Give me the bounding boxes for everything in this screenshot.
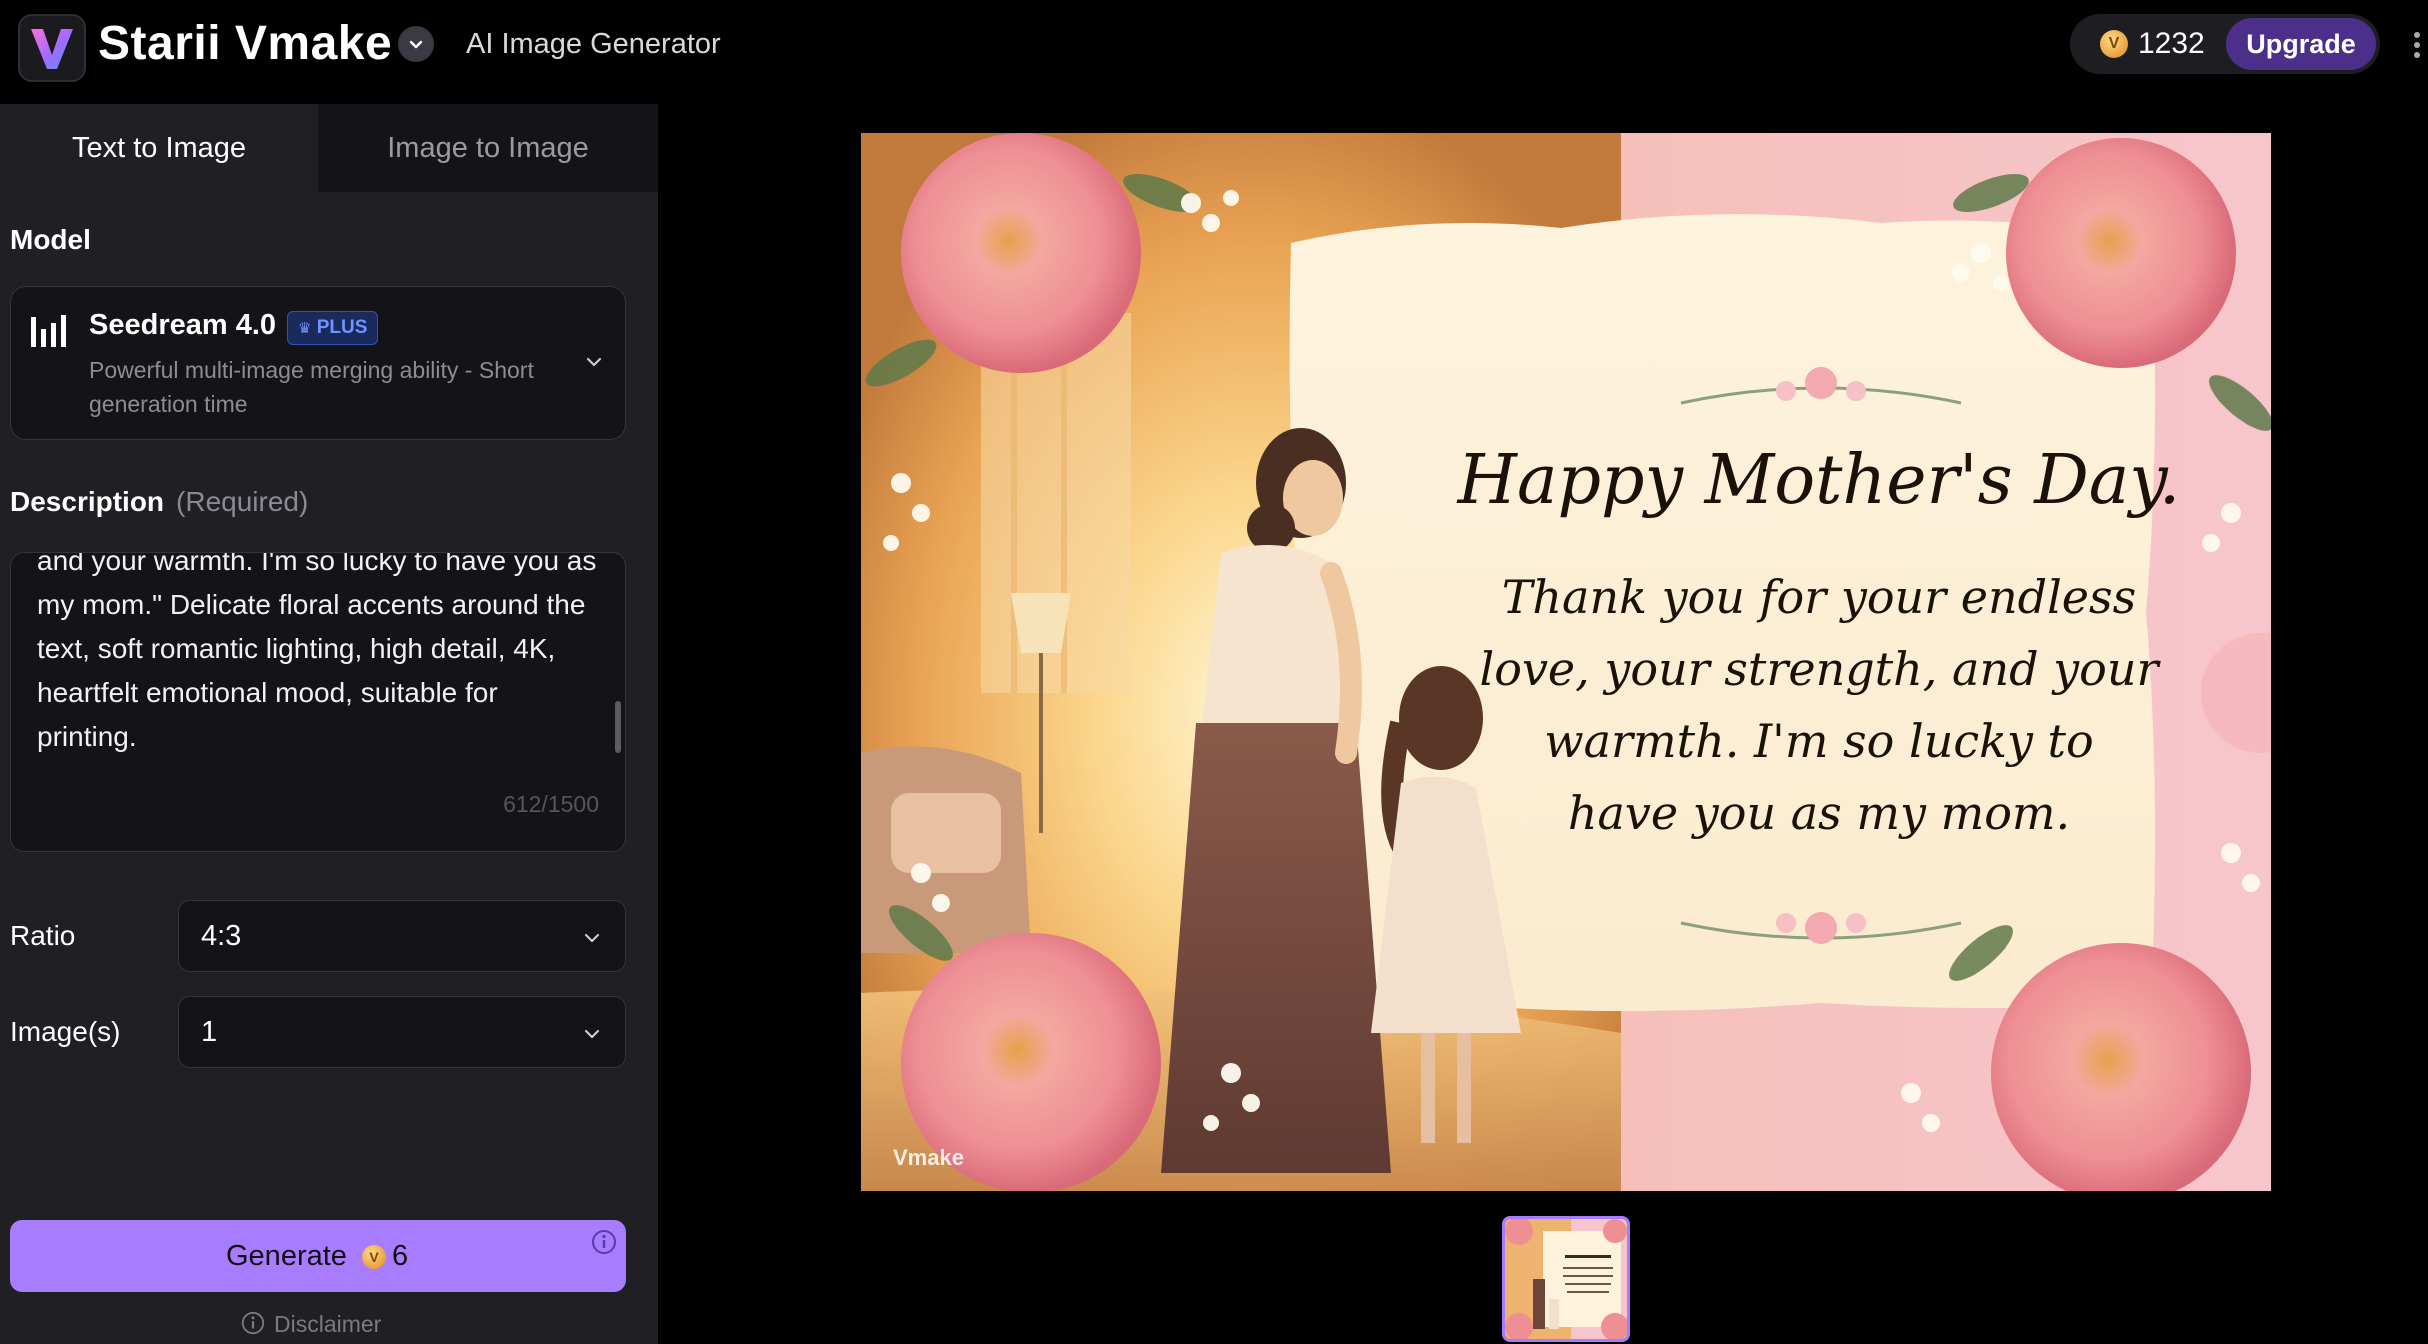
- generate-cost: 6: [392, 1240, 409, 1272]
- description-label-text: Description: [10, 486, 165, 517]
- more-options-icon[interactable]: [2412, 30, 2422, 60]
- model-selector[interactable]: Seedream 4.0 ♛ PLUS Powerful multi-image…: [10, 286, 626, 440]
- required-label: (Required): [176, 486, 309, 517]
- model-name: Seedream 4.0: [89, 309, 277, 341]
- app-subtitle: AI Image Generator: [466, 28, 721, 60]
- generate-label: Generate: [226, 1240, 347, 1272]
- generate-button[interactable]: Generate V 6: [10, 1220, 626, 1292]
- chevron-down-icon: [584, 933, 600, 943]
- generation-panel: Text to Image Image to Image Model Seedr…: [0, 104, 658, 1344]
- images-count-select[interactable]: 1: [178, 996, 626, 1068]
- generated-image-preview[interactable]: Happy Mother's Day. Thank you for your e…: [861, 133, 2271, 1191]
- equalizer-icon: [31, 315, 66, 347]
- disclaimer-label: Disclaimer: [274, 1311, 382, 1337]
- ratio-value: 4:3: [201, 920, 242, 952]
- credits-count: 1232: [2138, 27, 2205, 60]
- chevron-down-icon: [584, 1029, 600, 1039]
- card-title: Happy Mother's Day.: [1456, 441, 2181, 520]
- char-count: 612/1500: [503, 791, 599, 817]
- description-input[interactable]: and your warmth. I'm so lucky to have yo…: [10, 552, 626, 852]
- vmake-watermark: Vmake: [893, 1145, 964, 1170]
- coin-icon: V: [362, 1245, 386, 1269]
- card-line-3: warmth. I'm so lucky to: [1544, 714, 2094, 768]
- description-text[interactable]: and your warmth. I'm so lucky to have yo…: [37, 553, 597, 759]
- disclaimer-link[interactable]: Disclaimer: [240, 1306, 381, 1342]
- credits-pill[interactable]: V 1232 Upgrade: [2070, 14, 2380, 74]
- chevron-down-icon[interactable]: [398, 26, 434, 62]
- top-bar: Starii Vmake AI Image Generator V 1232 U…: [0, 0, 2428, 104]
- description-scrollbar[interactable]: [615, 701, 621, 753]
- images-count-value: 1: [201, 1016, 218, 1048]
- crown-icon: ♛: [298, 320, 312, 337]
- ratio-select[interactable]: 4:3: [178, 900, 626, 972]
- description-label: Description (Required): [10, 486, 308, 518]
- brand-name[interactable]: Starii Vmake: [98, 14, 392, 74]
- thumbnail-image: [1505, 1219, 1627, 1339]
- info-icon[interactable]: [590, 1228, 618, 1256]
- card-line-1: Thank you for your endless: [1502, 570, 2136, 624]
- model-label: Model: [10, 224, 91, 255]
- ratio-label: Ratio: [10, 920, 76, 951]
- tab-image-to-image[interactable]: Image to Image: [318, 104, 658, 192]
- mode-tabs: Text to Image Image to Image: [0, 104, 658, 192]
- card-line-4: have you as my mom.: [1568, 786, 2070, 840]
- upgrade-button[interactable]: Upgrade: [2226, 18, 2376, 70]
- mothers-day-card-image: Happy Mother's Day. Thank you for your e…: [861, 133, 2271, 1191]
- card-line-2: love, your strength, and your: [1480, 642, 2162, 696]
- images-label: Image(s): [10, 1016, 121, 1047]
- tab-text-to-image[interactable]: Text to Image: [0, 104, 318, 192]
- plus-badge-label: PLUS: [316, 317, 368, 338]
- result-thumbnail[interactable]: [1502, 1216, 1630, 1342]
- plus-badge: ♛ PLUS: [287, 311, 379, 345]
- vmake-logo-icon[interactable]: [18, 14, 86, 82]
- model-description: Powerful multi-image merging ability - S…: [89, 357, 534, 417]
- coin-icon: V: [2100, 30, 2128, 58]
- chevron-down-icon[interactable]: [583, 351, 605, 373]
- info-icon: [241, 1311, 265, 1335]
